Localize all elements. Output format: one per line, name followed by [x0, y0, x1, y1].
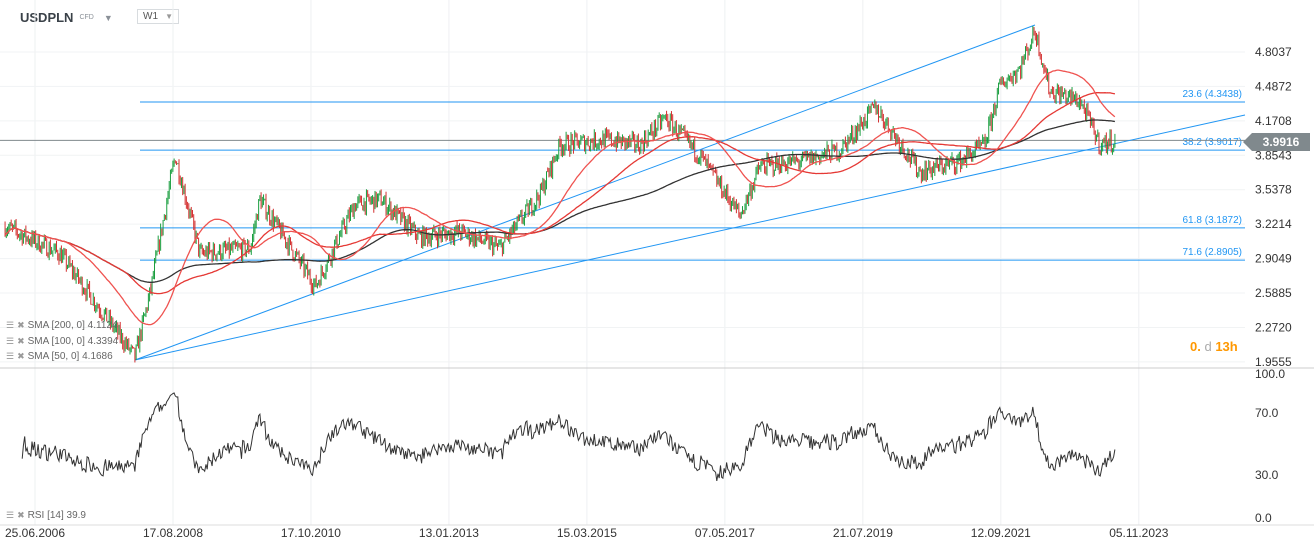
date-axis-label: 25.06.2006 [5, 526, 65, 540]
rsi-axis-label: 30.0 [1255, 468, 1279, 482]
price-axis-label: 3.2214 [1255, 217, 1292, 231]
current-price-tag: 3.9916 [1243, 133, 1310, 151]
trend-line [134, 24, 1036, 361]
menu-icon[interactable]: ☰ [6, 320, 14, 331]
date-axis-label: 13.01.2013 [419, 526, 479, 540]
date-axis-label: 21.07.2019 [833, 526, 893, 540]
price-axis-label: 2.5885 [1255, 286, 1292, 300]
date-axis-label: 07.05.2017 [695, 526, 755, 540]
candle-countdown: 0. d 13h [1190, 339, 1238, 354]
fib-level-label: 61.8 (3.1872) [1183, 215, 1243, 226]
close-icon[interactable]: ✖ [17, 320, 25, 331]
date-axis-label: 17.10.2010 [281, 526, 341, 540]
price-chart[interactable]: 23.6 (4.3438) 38.2 (3.9017) 61.8 (3.1872) 7… [0, 0, 1314, 549]
close-icon[interactable]: ✖ [17, 510, 25, 521]
fib-level-label: 38.2 (3.9017) [1183, 137, 1243, 148]
indicator-legend-sma50[interactable]: ☰ ✖ SMA [50, 0] 4.1686 [6, 351, 113, 362]
fib-level-label: 23.6 (4.3438) [1183, 89, 1243, 100]
close-icon[interactable]: ✖ [17, 336, 25, 347]
rsi-axis-label: 70.0 [1255, 406, 1279, 420]
close-icon[interactable]: ✖ [17, 351, 25, 362]
menu-icon[interactable]: ☰ [6, 510, 14, 521]
menu-icon[interactable]: ☰ [6, 336, 14, 347]
price-axis-label: 4.4872 [1255, 79, 1292, 93]
rsi-axis-label: 100.0 [1255, 367, 1285, 381]
menu-icon[interactable]: ☰ [6, 351, 14, 362]
indicator-label: SMA [200, 0] 4.1124 [27, 320, 118, 331]
indicator-label: SMA [50, 0] 4.1686 [27, 351, 113, 362]
price-axis-label: 4.1708 [1255, 114, 1292, 128]
fib-level-label: 71.6 (2.8905) [1183, 247, 1243, 258]
rsi-axis-label: 0.0 [1255, 511, 1272, 525]
sma-50-line [4, 69, 1116, 326]
date-axis-label: 17.08.2008 [143, 526, 203, 540]
date-axis-label: 05.11.2023 [1109, 526, 1168, 540]
date-axis-label: 15.03.2015 [557, 526, 617, 540]
rsi-line [21, 392, 1116, 481]
price-axis-label: 3.5378 [1255, 183, 1292, 197]
date-axis-label: 12.09.2021 [971, 526, 1031, 540]
trend-line [134, 114, 1246, 361]
price-axis-label: 4.8037 [1255, 45, 1292, 59]
indicator-label: RSI [14] 39.9 [27, 510, 86, 521]
indicator-legend-rsi[interactable]: ☰ ✖ RSI [14] 39.9 [6, 510, 86, 521]
indicator-legend-sma200[interactable]: ☰ ✖ SMA [200, 0] 4.1124 [6, 320, 118, 331]
indicator-label: SMA [100, 0] 4.3394 [27, 336, 119, 347]
price-axis-label: 2.2720 [1255, 320, 1292, 334]
indicator-legend-sma100[interactable]: ☰ ✖ SMA [100, 0] 4.3394 [6, 336, 118, 347]
price-axis-label: 2.9049 [1255, 252, 1292, 266]
sma-100-line [4, 91, 1116, 295]
